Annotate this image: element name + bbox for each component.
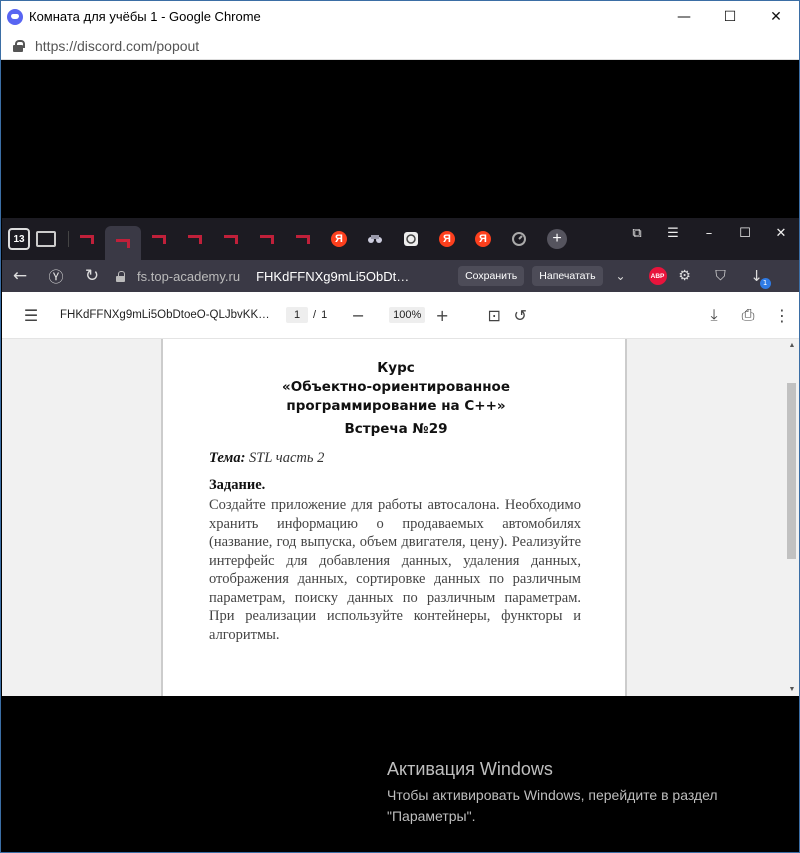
tab[interactable] xyxy=(501,224,537,254)
adblock-icon[interactable]: ABP xyxy=(648,267,667,285)
tab-favicon-icon xyxy=(80,234,94,244)
tab-active[interactable] xyxy=(105,226,141,260)
pdf-viewer[interactable]: Курс «Объектно-ориентированное программи… xyxy=(2,339,799,696)
course-heading: Курс xyxy=(377,360,415,376)
download-icon[interactable]: ⤓ xyxy=(697,305,731,325)
collections-icon[interactable]: ⧉ xyxy=(619,226,655,241)
zoom-level-input[interactable]: 100% xyxy=(389,307,426,323)
tab-favicon-icon xyxy=(224,234,238,244)
tab-strip-controls: ⧉ ☰ – ☐ ✕ xyxy=(619,218,799,248)
topic-value: STL часть 2 xyxy=(249,450,325,466)
course-title-line1: «Объектно-ориентированное xyxy=(282,379,510,395)
activation-line1: Чтобы активировать Windows, перейдите в … xyxy=(387,787,718,803)
scrollbar-thumb[interactable] xyxy=(787,383,796,559)
minimize-icon[interactable]: – xyxy=(691,226,727,241)
tab[interactable] xyxy=(141,224,177,254)
meeting-number: Встреча №29 xyxy=(344,421,448,437)
close-button[interactable]: ✕ xyxy=(753,1,799,32)
maximize-button[interactable]: ☐ xyxy=(707,1,753,32)
address-bar: https://discord.com/popout xyxy=(1,32,799,60)
zoom-in-icon[interactable]: + xyxy=(425,306,459,325)
reload-icon[interactable]: ↻ xyxy=(74,266,110,286)
tab[interactable] xyxy=(393,224,429,254)
nav-bar: ← Ⓨ ↻ fs.top-academy.ru FHKdFFNXg9mLi5Ob… xyxy=(2,260,799,292)
address-url[interactable]: https://discord.com/popout xyxy=(35,38,199,54)
windows-activation-watermark: Активация Windows Чтобы активировать Win… xyxy=(387,759,718,827)
tab[interactable] xyxy=(69,224,105,254)
task-text: Создайте приложение для работы автосалон… xyxy=(209,497,581,643)
save-button[interactable]: Сохранить xyxy=(458,266,525,286)
scroll-up-icon[interactable]: ▲ xyxy=(788,342,796,349)
activation-line2: "Параметры". xyxy=(387,808,476,824)
page-number-input[interactable]: 1 xyxy=(286,307,308,323)
tab-favicon-icon xyxy=(188,234,202,244)
tab[interactable] xyxy=(177,224,213,254)
menu-icon[interactable]: ☰ xyxy=(655,226,691,241)
download-badge: 1 xyxy=(759,278,771,289)
minimize-button[interactable]: — xyxy=(661,1,707,32)
pdf-toolbar: ☰ FHKdFFNXg9mLi5ObDtoeO-QLJbvKK… 1 / 1 −… xyxy=(2,292,799,339)
hamburger-menu-icon[interactable]: ☰ xyxy=(2,306,60,325)
extension-icon xyxy=(368,235,382,243)
tab[interactable] xyxy=(213,224,249,254)
close-icon[interactable]: ✕ xyxy=(763,226,799,241)
window-controls: — ☐ ✕ xyxy=(661,1,799,32)
yandex-icon: Я xyxy=(439,231,455,247)
shared-screen: 13 Я Я Я + ⧉ ☰ – ☐ ✕ ← Ⓨ ↻ fs.top-academ… xyxy=(2,218,799,696)
tab[interactable]: Я xyxy=(465,224,501,254)
task-label: Задание. xyxy=(209,477,266,493)
tab[interactable] xyxy=(357,224,393,254)
topic-label: Тема: xyxy=(209,450,246,466)
maximize-icon[interactable]: ☐ xyxy=(727,226,763,241)
title-bar: Комната для учёбы 1 - Google Chrome — ☐ … xyxy=(1,1,799,32)
zoom-out-icon[interactable]: − xyxy=(327,306,389,325)
tab-favicon-icon xyxy=(152,234,166,244)
yandex-icon: Я xyxy=(475,231,491,247)
yandex-button-icon[interactable]: Ⓨ xyxy=(38,266,74,287)
tab[interactable]: Я xyxy=(429,224,465,254)
tab-folder-icon[interactable] xyxy=(36,231,56,247)
tab[interactable] xyxy=(249,224,285,254)
puzzle-icon xyxy=(404,232,418,246)
lock-icon[interactable] xyxy=(116,270,125,282)
lock-icon[interactable] xyxy=(13,39,25,52)
download-icon[interactable]: ↓ 1 xyxy=(739,267,775,289)
print-button[interactable]: Напечатать xyxy=(532,266,603,286)
tab-favicon-icon xyxy=(296,234,310,244)
yandex-icon: Я xyxy=(331,231,347,247)
tab-count-icon[interactable]: 13 xyxy=(8,228,30,250)
scrollbar[interactable]: ▲ ▼ xyxy=(785,339,799,696)
page-separator: / xyxy=(313,309,317,321)
pdf-filename: FHKdFFNXg9mLi5ObDtoeO-QLJbvKK… xyxy=(60,309,270,321)
activation-title: Активация Windows xyxy=(387,759,553,779)
tab-strip: 13 Я Я Я + ⧉ ☰ – ☐ ✕ xyxy=(2,218,799,260)
extension-icon[interactable]: ⚙ xyxy=(667,268,703,284)
tab-favicon-icon xyxy=(116,238,130,248)
chrome-window: Комната для учёбы 1 - Google Chrome — ☐ … xyxy=(0,0,800,853)
page-domain[interactable]: fs.top-academy.ru xyxy=(137,269,240,284)
rotate-icon[interactable]: ↺ xyxy=(507,306,533,325)
page-title[interactable]: FHKdFFNXg9mLi5ObDt… xyxy=(256,269,436,284)
fit-page-icon[interactable]: ⊡ xyxy=(481,306,507,325)
tab[interactable] xyxy=(285,224,321,254)
pdf-page: Курс «Объектно-ориентированное программи… xyxy=(161,339,627,696)
topic-line: Тема: STL часть 2 xyxy=(209,450,324,467)
tab-favicon-icon xyxy=(260,234,274,244)
back-arrow-icon[interactable]: ← xyxy=(2,266,38,286)
more-options-icon[interactable]: ⋮ xyxy=(765,306,799,325)
discord-icon xyxy=(7,8,23,25)
window-title: Комната для учёбы 1 - Google Chrome xyxy=(29,9,261,24)
timer-icon xyxy=(512,232,526,246)
tab[interactable]: Я xyxy=(321,224,357,254)
shield-icon[interactable]: ⛉ xyxy=(703,268,739,284)
print-icon[interactable]: ⎙ xyxy=(731,305,765,325)
new-tab-button[interactable]: + xyxy=(547,229,567,249)
course-title-line2: программирование на C++» xyxy=(286,398,506,414)
chevron-down-icon[interactable]: ⌄ xyxy=(603,269,639,283)
scroll-down-icon[interactable]: ▼ xyxy=(788,686,796,693)
